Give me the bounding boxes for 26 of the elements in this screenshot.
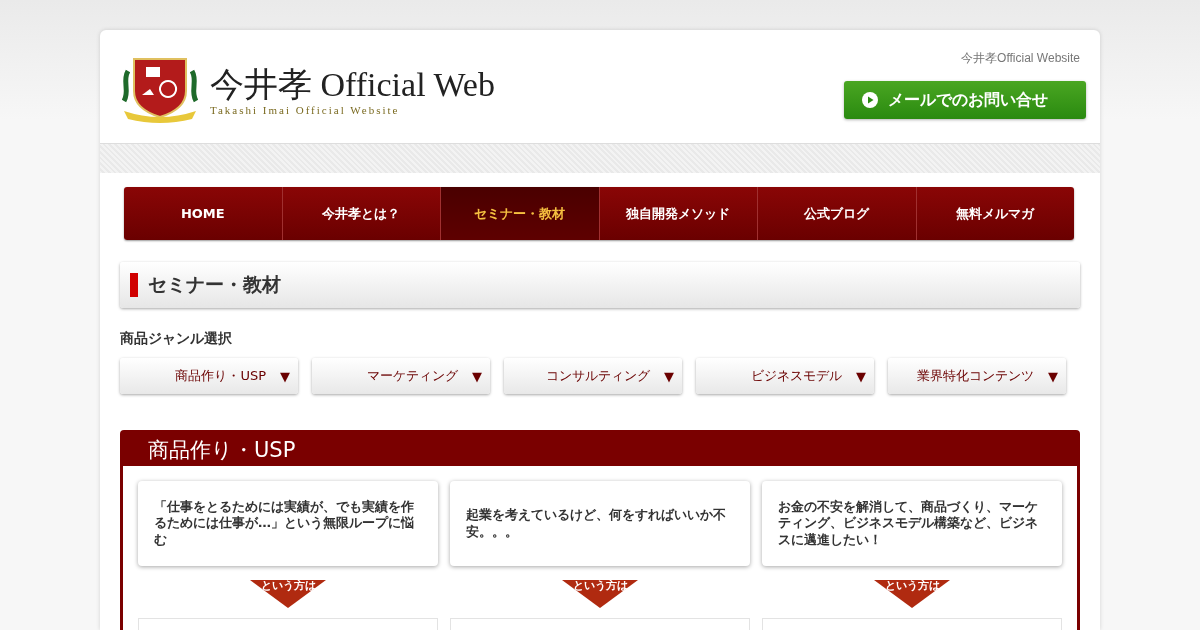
site-tagline: 今井孝Official Website [961,50,1080,67]
site-logo-subtitle: Takashi Imai Official Website [210,103,401,116]
genre-label: 商品ジャンル選択 [120,330,233,348]
genre-dropdown[interactable]: 業界特化コンテンツ ▼ [888,358,1066,394]
nav-tab[interactable]: HOME [124,187,283,240]
nav-tab[interactable]: 今井孝とは？ [282,187,441,240]
nav-tab[interactable]: セミナー・教材 [441,187,600,240]
nav-tab[interactable]: 公式ブログ [758,187,917,240]
title-marker-icon [130,273,138,297]
contact-mail-button[interactable]: メールでのお問い合せ [844,81,1086,119]
section-title: 商品作り・USP [147,437,297,464]
play-icon [862,92,878,108]
page-title: セミナー・教材 [148,272,281,297]
down-arrow-badge: という方は [250,580,326,608]
site-logo-title[interactable]: 今井孝 Official Web [210,67,495,102]
genre-dropdown[interactable]: コンサルティング ▼ [504,358,682,394]
concern-card: お金の不安を解消して、商品づくり、マーケティング、ビジネスモデル構築など、ビジネスに邁進したい！ [762,481,1062,566]
genre-dropdown[interactable]: マーケティング ▼ [312,358,490,394]
concern-card: 起業を考えているけど、何をすればいいか不安。。。 [450,481,750,566]
down-arrow-badge: という方は [562,580,638,608]
genre-dropdown[interactable]: 商品作り・USP ▼ [120,358,298,394]
concern-card: 「仕事をとるためには実績が、でも実績を作るためには仕事が…」という無限ループに悩む [138,481,438,566]
genre-dropdown[interactable]: ビジネスモデル ▼ [696,358,874,394]
nav-tab[interactable]: 無料メルマガ [916,187,1074,240]
nav-tab[interactable]: 独自開発メソッド [599,187,758,240]
down-arrow-badge: という方は [874,580,950,608]
